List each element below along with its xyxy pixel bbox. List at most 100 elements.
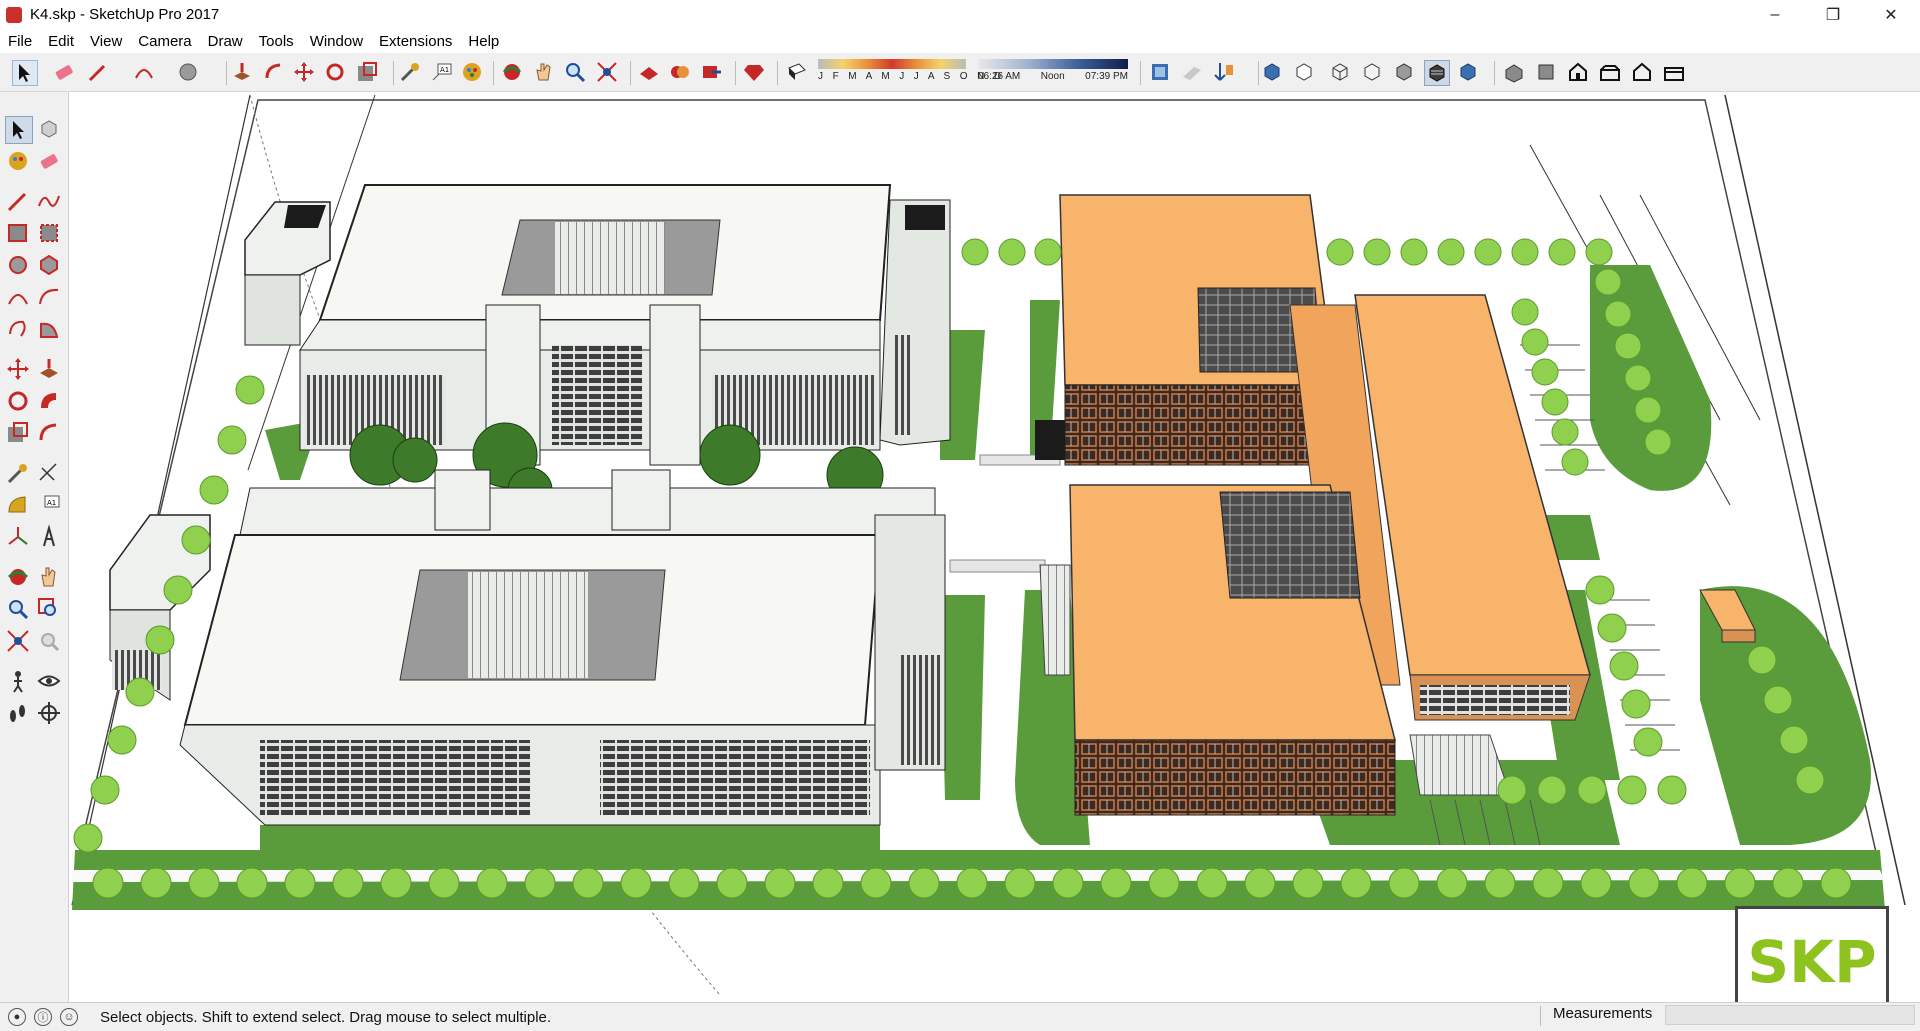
paint-bucket-icon[interactable]	[5, 148, 31, 174]
select-tool-icon[interactable]	[5, 116, 33, 144]
two-point-arc-icon[interactable]	[36, 284, 62, 310]
credits-icon[interactable]: ⓘ	[34, 1008, 52, 1026]
menu-extensions[interactable]: Extensions	[371, 33, 460, 50]
geo-location-icon[interactable]: ●	[8, 1008, 26, 1026]
view-right-icon[interactable]	[1598, 60, 1622, 84]
extension-warehouse-icon[interactable]	[742, 60, 766, 84]
push-pull-icon[interactable]	[230, 60, 254, 84]
style-shaded-icon[interactable]	[1392, 60, 1416, 84]
text-tool-icon[interactable]: A1	[36, 492, 62, 518]
pie-icon[interactable]	[36, 316, 62, 342]
menu-window[interactable]: Window	[302, 33, 371, 50]
restore-icon[interactable]: ❐	[1804, 0, 1862, 29]
offset-icon[interactable]	[36, 420, 62, 446]
style-shaded-textures-icon[interactable]	[1424, 60, 1450, 86]
scale-icon[interactable]	[355, 60, 379, 84]
zoom-icon[interactable]	[5, 596, 31, 622]
arc-tool-icon[interactable]	[132, 60, 156, 84]
window-title: K4.skp - SketchUp Pro 2017	[30, 6, 220, 23]
sandbox-icon[interactable]	[1212, 60, 1236, 84]
display-settings-icon[interactable]	[1148, 60, 1172, 84]
zoom-window-icon[interactable]	[36, 596, 62, 622]
pan-icon[interactable]	[36, 564, 62, 590]
tape-measure-icon[interactable]	[398, 60, 422, 84]
style-hiddenline-icon[interactable]	[1360, 60, 1384, 84]
measurements-input[interactable]	[1665, 1005, 1915, 1025]
share-model-icon[interactable]	[700, 60, 724, 84]
sketchup-logo-icon	[6, 6, 22, 23]
menu-tools[interactable]: Tools	[251, 33, 302, 50]
orbit-icon[interactable]	[500, 60, 524, 84]
user-account-icon[interactable]: ☺	[60, 1008, 78, 1026]
shadow-date-slider[interactable]: J F M A M J J A S O N D	[818, 59, 1005, 85]
rectangle-icon[interactable]	[5, 220, 31, 246]
view-back-icon[interactable]	[1630, 60, 1654, 84]
shape-tool-icon[interactable]	[176, 60, 200, 84]
minimize-icon[interactable]: –	[1746, 0, 1804, 29]
style-monochrome-icon[interactable]	[1456, 60, 1480, 84]
menu-draw[interactable]: Draw	[200, 33, 251, 50]
time-gradient	[978, 59, 1128, 69]
push-pull-icon[interactable]	[36, 356, 62, 382]
white-building-north	[244, 184, 951, 466]
previous-view-icon[interactable]	[36, 628, 62, 654]
menu-camera[interactable]: Camera	[130, 33, 199, 50]
scale-icon[interactable]	[5, 420, 31, 446]
shadow-time-slider[interactable]: 06:26 AM Noon 07:39 PM	[978, 59, 1128, 85]
components-icon[interactable]	[668, 60, 692, 84]
rotate-icon[interactable]	[5, 388, 31, 414]
zoom-icon[interactable]	[563, 60, 587, 84]
move-icon[interactable]	[292, 60, 316, 84]
rotate-icon[interactable]	[323, 60, 347, 84]
view-top-icon[interactable]	[1534, 60, 1558, 84]
section-plane-icon[interactable]	[36, 700, 62, 726]
style-backedges-icon[interactable]	[1292, 60, 1316, 84]
orbit-icon[interactable]	[5, 564, 31, 590]
zoom-extents-icon[interactable]	[5, 628, 31, 654]
make-component-icon[interactable]	[36, 116, 62, 142]
select-tool-icon[interactable]	[12, 60, 38, 86]
circle-icon[interactable]	[5, 252, 31, 278]
warehouse-icon[interactable]	[637, 60, 661, 84]
menu-file[interactable]: File	[0, 33, 40, 50]
menu-view[interactable]: View	[82, 33, 130, 50]
offset-icon[interactable]	[262, 60, 286, 84]
follow-me-icon[interactable]	[36, 388, 62, 414]
eraser-icon[interactable]	[36, 148, 62, 174]
model-viewport[interactable]	[69, 92, 1920, 1002]
arc-icon[interactable]	[5, 284, 31, 310]
tape-measure-icon[interactable]	[5, 460, 31, 486]
line-tool-icon[interactable]	[86, 60, 110, 84]
style-wireframe-icon[interactable]	[1328, 60, 1352, 84]
view-iso-icon[interactable]	[1502, 60, 1526, 84]
move-icon[interactable]	[5, 356, 31, 382]
close-icon[interactable]: ✕	[1862, 0, 1920, 29]
month-labels: J F M A M J J A S O N D	[818, 71, 1005, 82]
rotated-rectangle-icon[interactable]	[36, 220, 62, 246]
position-camera-icon[interactable]	[5, 668, 31, 694]
protractor-icon[interactable]	[5, 492, 31, 518]
view-left-icon[interactable]	[1662, 60, 1686, 84]
fog-icon[interactable]	[1180, 60, 1204, 84]
shadows-toggle-icon[interactable]	[785, 60, 809, 84]
zoom-extents-icon[interactable]	[595, 60, 619, 84]
freehand-icon[interactable]	[36, 188, 62, 214]
dimension-icon[interactable]	[36, 460, 62, 486]
text-tool-icon[interactable]: A1	[430, 60, 454, 84]
line-tool-icon[interactable]	[5, 188, 31, 214]
skp-logo-text: SKP	[1747, 928, 1877, 996]
eraser-icon[interactable]	[52, 60, 76, 84]
walk-icon[interactable]	[5, 700, 31, 726]
menu-help[interactable]: Help	[460, 33, 507, 50]
axes-icon[interactable]	[5, 524, 31, 550]
large-tool-set: A1	[0, 92, 69, 1002]
view-front-icon[interactable]	[1566, 60, 1590, 84]
3d-text-icon[interactable]	[36, 524, 62, 550]
pan-icon[interactable]	[532, 60, 556, 84]
three-point-arc-icon[interactable]	[5, 316, 31, 342]
paint-bucket-icon[interactable]	[460, 60, 484, 84]
polygon-icon[interactable]	[36, 252, 62, 278]
style-xray-icon[interactable]	[1260, 60, 1284, 84]
menu-edit[interactable]: Edit	[40, 33, 82, 50]
look-around-icon[interactable]	[36, 668, 62, 694]
